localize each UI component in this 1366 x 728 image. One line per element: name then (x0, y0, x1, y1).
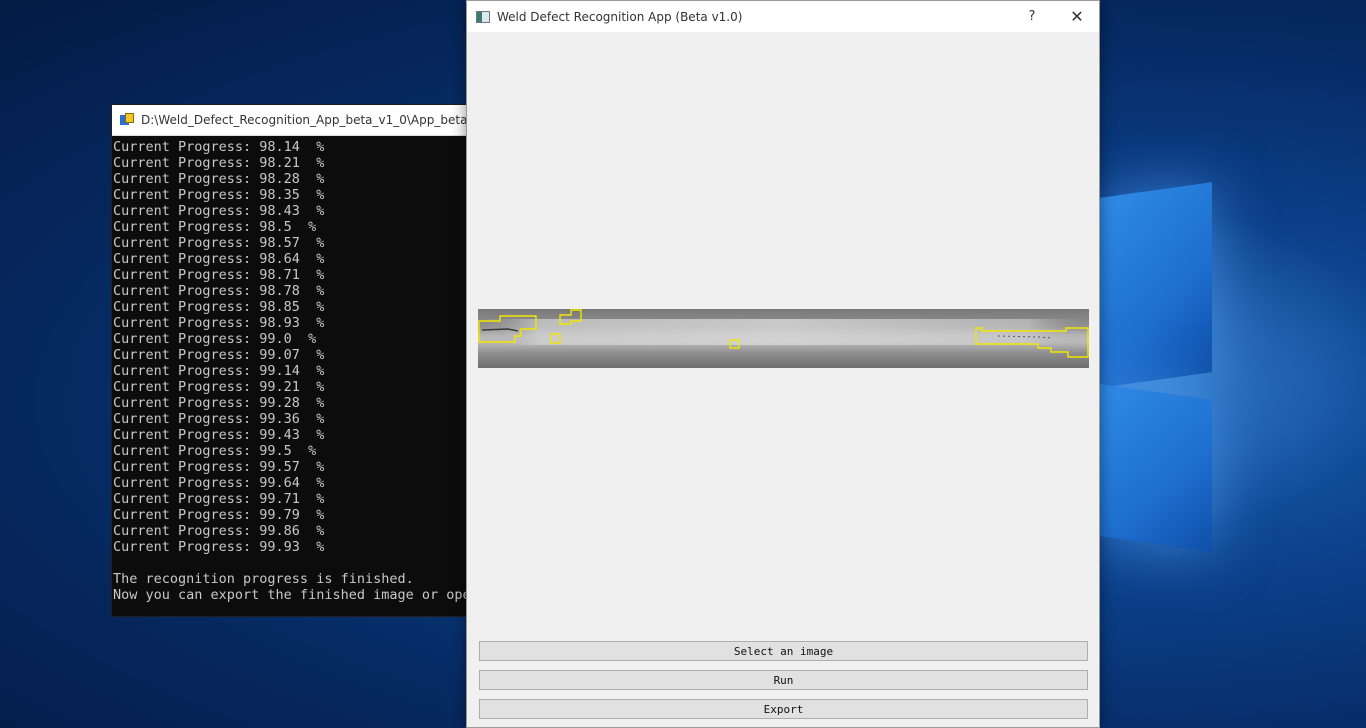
app-titlebar[interactable]: Weld Defect Recognition App (Beta v1.0) … (467, 1, 1099, 32)
console-line: Current Progress: 99.71 % (113, 491, 325, 507)
console-line: Current Progress: 99.21 % (113, 379, 325, 395)
console-line: Current Progress: 98.21 % (113, 155, 325, 171)
console-window[interactable]: D:\Weld_Defect_Recognition_App_beta_v1_0… (111, 104, 473, 617)
weld-radiograph (478, 309, 1089, 358)
console-line: The recognition progress is finished. (113, 571, 414, 587)
help-button[interactable]: ? (1019, 1, 1045, 32)
console-line: Current Progress: 98.78 % (113, 283, 325, 299)
console-line: Current Progress: 98.28 % (113, 171, 325, 187)
console-line: Current Progress: 99.57 % (113, 459, 325, 475)
console-line: Current Progress: 99.07 % (113, 347, 325, 363)
console-title: D:\Weld_Defect_Recognition_App_beta_v1_0… (141, 113, 473, 127)
export-button[interactable]: Export (479, 699, 1088, 719)
run-button[interactable]: Run (479, 670, 1088, 690)
console-line: Current Progress: 99.0 % (113, 331, 317, 347)
console-line: Current Progress: 98.64 % (113, 251, 325, 267)
app-window[interactable]: Weld Defect Recognition App (Beta v1.0) … (466, 0, 1100, 728)
weld-bead (478, 319, 1089, 345)
console-output: Current Progress: 98.14 % Current Progres… (112, 136, 472, 603)
console-line: Current Progress: 99.28 % (113, 395, 325, 411)
console-line: Current Progress: 99.36 % (113, 411, 325, 427)
console-line: Current Progress: 99.64 % (113, 475, 325, 491)
console-line: Current Progress: 98.5 % (113, 219, 317, 235)
windows-logo-pane-top (1100, 182, 1212, 388)
app-title: Weld Defect Recognition App (Beta v1.0) (497, 9, 743, 24)
select-image-button[interactable]: Select an image (479, 641, 1088, 661)
console-line: Current Progress: 99.14 % (113, 363, 325, 379)
console-line: Now you can export the finished image or… (113, 587, 473, 603)
windows-logo-pane-bottom (1100, 384, 1212, 552)
console-line: Current Progress: 99.93 % (113, 539, 325, 555)
console-line: Current Progress: 98.93 % (113, 315, 325, 331)
close-button[interactable]: ✕ (1065, 1, 1089, 32)
console-line: Current Progress: 98.57 % (113, 235, 325, 251)
app-window-icon (476, 10, 490, 23)
console-line: Current Progress: 99.5 % (113, 443, 317, 459)
console-line: Current Progress: 99.43 % (113, 427, 325, 443)
console-titlebar[interactable]: D:\Weld_Defect_Recognition_App_beta_v1_0… (112, 105, 472, 136)
console-line: Current Progress: 98.14 % (113, 139, 325, 155)
console-line: Current Progress: 98.71 % (113, 267, 325, 283)
console-line: Current Progress: 99.79 % (113, 507, 325, 523)
weld-image-view (478, 309, 1089, 368)
console-app-icon (120, 113, 134, 127)
console-line: Current Progress: 98.43 % (113, 203, 325, 219)
console-line: Current Progress: 99.86 % (113, 523, 325, 539)
console-line: Current Progress: 98.35 % (113, 187, 325, 203)
close-icon: ✕ (1070, 7, 1084, 26)
console-line: Current Progress: 98.85 % (113, 299, 325, 315)
